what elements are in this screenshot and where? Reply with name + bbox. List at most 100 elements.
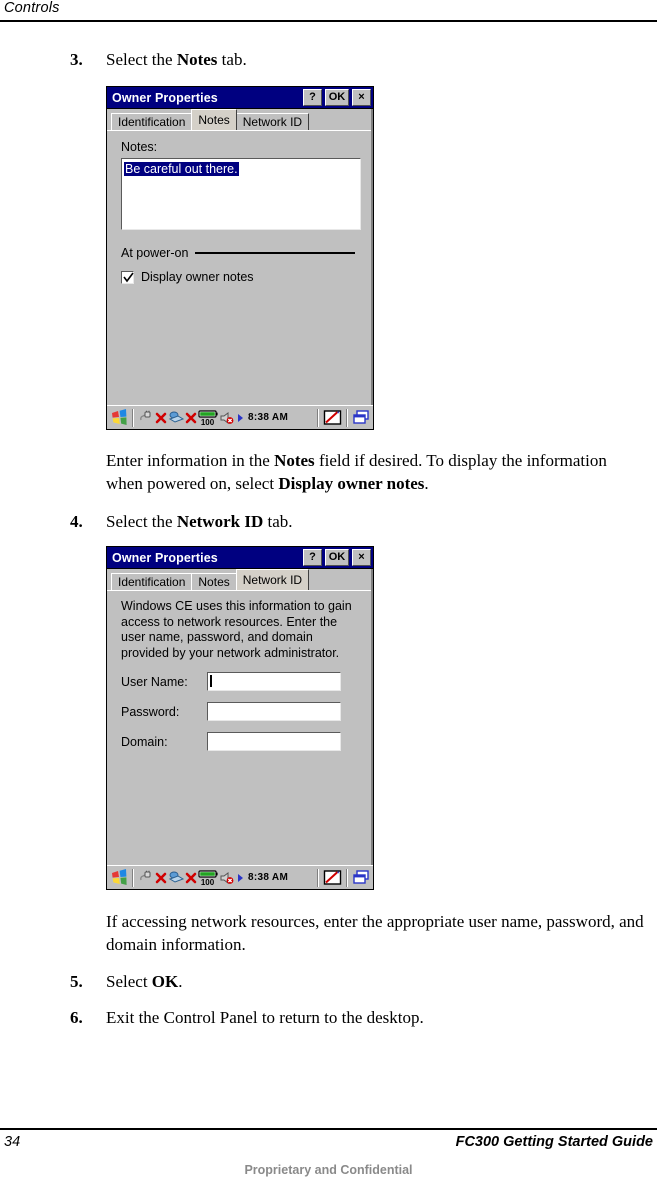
step-3-text-after: tab.: [217, 50, 247, 69]
help-button[interactable]: ?: [303, 549, 322, 566]
battery-icon[interactable]: 100: [198, 869, 218, 886]
step-5-number: 5.: [70, 972, 83, 991]
password-input[interactable]: [207, 702, 341, 721]
taskbar-clock[interactable]: 8:38 AM: [248, 412, 288, 423]
dialog-titlebar: Owner Properties ? OK ×: [107, 87, 373, 109]
step-5-bold: OK: [151, 972, 179, 991]
input-panel-pen-icon[interactable]: [323, 869, 342, 886]
tab-notes[interactable]: Notes: [191, 109, 237, 130]
step-3-text: Select the Notes tab.: [106, 48, 247, 71]
help-button[interactable]: ?: [303, 89, 322, 106]
taskbar-divider-right: [317, 868, 319, 887]
at-power-on-group: At power-on: [121, 246, 361, 260]
ce-taskbar[interactable]: 100 8:38 AM: [107, 405, 373, 429]
password-row: Password:: [121, 702, 361, 721]
windows-start-icon[interactable]: [109, 869, 128, 886]
system-tray: 100 8:38 AM: [138, 409, 313, 426]
chapter-title: Controls: [4, 0, 60, 16]
disconnect-x-icon[interactable]: [155, 871, 167, 885]
step-3-bold: Notes: [176, 50, 218, 69]
disconnect-x-icon[interactable]: [155, 411, 167, 425]
owner-properties-dialog-notes[interactable]: Owner Properties ? OK × Identification N…: [106, 86, 374, 430]
taskbar-clock[interactable]: 8:38 AM: [248, 872, 288, 883]
para-notes-seg1: Enter information in the: [106, 451, 275, 470]
para-notes-bold-notes: Notes: [274, 451, 315, 470]
speaker-muted-icon[interactable]: [219, 411, 235, 425]
step-3: 3. Select the Notes tab.: [70, 48, 247, 71]
header-rule: [0, 20, 657, 22]
tab-identification[interactable]: Identification: [111, 573, 193, 590]
ce-taskbar[interactable]: 100 8:38 AM: [107, 865, 373, 889]
notes-textarea[interactable]: Be careful out there.: [121, 158, 361, 230]
svg-text:100: 100: [201, 418, 215, 426]
network-disconnect-x-icon[interactable]: [185, 871, 197, 885]
taskbar-divider: [132, 868, 134, 887]
page-header: Controls: [0, 0, 657, 24]
step-5-text-after: .: [178, 972, 183, 991]
network-connection-icon[interactable]: [168, 411, 184, 425]
tab-notes[interactable]: Notes: [191, 573, 237, 590]
network-id-tab-page: Windows CE uses this information to gain…: [107, 590, 371, 865]
guide-title: FC300 Getting Started Guide: [455, 1134, 653, 1150]
input-panel-pen-icon[interactable]: [323, 409, 342, 426]
windows-start-icon[interactable]: [109, 409, 128, 426]
desktop-windows-icon[interactable]: [352, 409, 371, 426]
tab-strip: Identification Notes Network ID: [107, 569, 371, 590]
taskbar-divider: [132, 408, 134, 427]
display-owner-notes-checkbox[interactable]: [121, 270, 134, 284]
domain-input[interactable]: [207, 732, 341, 751]
group-separator-line: [195, 252, 355, 254]
password-label: Password:: [121, 704, 180, 719]
page-number: 34: [4, 1134, 21, 1150]
text-caret: [210, 675, 212, 687]
playback-arrow-icon[interactable]: [236, 872, 245, 884]
network-connection-icon[interactable]: [168, 871, 184, 885]
owner-properties-dialog-network-id[interactable]: Owner Properties ? OK × Identification N…: [106, 546, 374, 890]
desktop-windows-icon[interactable]: [352, 869, 371, 886]
dialog-body: Identification Notes Network ID Notes: B…: [107, 109, 373, 405]
step-4-text: Select the Network ID tab.: [106, 510, 293, 533]
paragraph-network-instructions: If accessing network resources, enter th…: [106, 912, 644, 954]
speaker-muted-icon[interactable]: [219, 871, 235, 885]
taskbar-divider-right: [317, 408, 319, 427]
ac-power-disconnected-icon[interactable]: [138, 870, 154, 886]
ok-button[interactable]: OK: [325, 89, 349, 106]
user-name-label: User Name:: [121, 674, 188, 689]
taskbar-divider-far-right: [346, 868, 348, 887]
dialog2-title: Owner Properties: [112, 550, 218, 565]
tab-network-id[interactable]: Network ID: [235, 569, 310, 590]
playback-arrow-icon[interactable]: [236, 412, 245, 424]
user-name-input[interactable]: [207, 672, 341, 691]
step-3-text-before: Select the: [106, 50, 177, 69]
para-notes-bold-display: Display owner notes: [278, 474, 425, 493]
confidential-notice: Proprietary and Confidential: [244, 1163, 413, 1177]
tab-identification[interactable]: Identification: [111, 113, 193, 130]
dialog2-body: Identification Notes Network ID Windows …: [107, 569, 373, 865]
ok-button[interactable]: OK: [325, 549, 349, 566]
battery-icon[interactable]: 100: [198, 409, 218, 426]
step-6-number: 6.: [70, 1008, 83, 1027]
ac-power-disconnected-icon[interactable]: [138, 410, 154, 426]
display-owner-notes-row[interactable]: Display owner notes: [121, 269, 361, 285]
step-4-text-before: Select the: [106, 512, 177, 531]
domain-label: Domain:: [121, 734, 168, 749]
step-5-text-before: Select: [106, 972, 152, 991]
dialog2-titlebar: Owner Properties ? OK ×: [107, 547, 373, 569]
close-button[interactable]: ×: [352, 89, 371, 106]
network-disconnect-x-icon[interactable]: [185, 411, 197, 425]
close-button[interactable]: ×: [352, 549, 371, 566]
tab-strip: Identification Notes Network ID: [107, 109, 371, 130]
step-5: 5. Select OK.: [70, 970, 183, 993]
display-owner-notes-label: Display owner notes: [141, 270, 254, 284]
step-4-bold: Network ID: [176, 512, 264, 531]
footer-rule: [0, 1128, 657, 1130]
step-3-number: 3.: [70, 50, 83, 69]
notes-selected-text: Be careful out there.: [124, 162, 239, 176]
step-5-text: Select OK.: [106, 970, 183, 993]
network-id-description: Windows CE uses this information to gain…: [121, 599, 352, 660]
tab-network-id[interactable]: Network ID: [235, 113, 310, 130]
step-6-text: Exit the Control Panel to return to the …: [106, 1008, 424, 1027]
notes-field-label: Notes:: [121, 140, 158, 154]
svg-text:100: 100: [201, 878, 215, 886]
dialog-title: Owner Properties: [112, 90, 218, 105]
